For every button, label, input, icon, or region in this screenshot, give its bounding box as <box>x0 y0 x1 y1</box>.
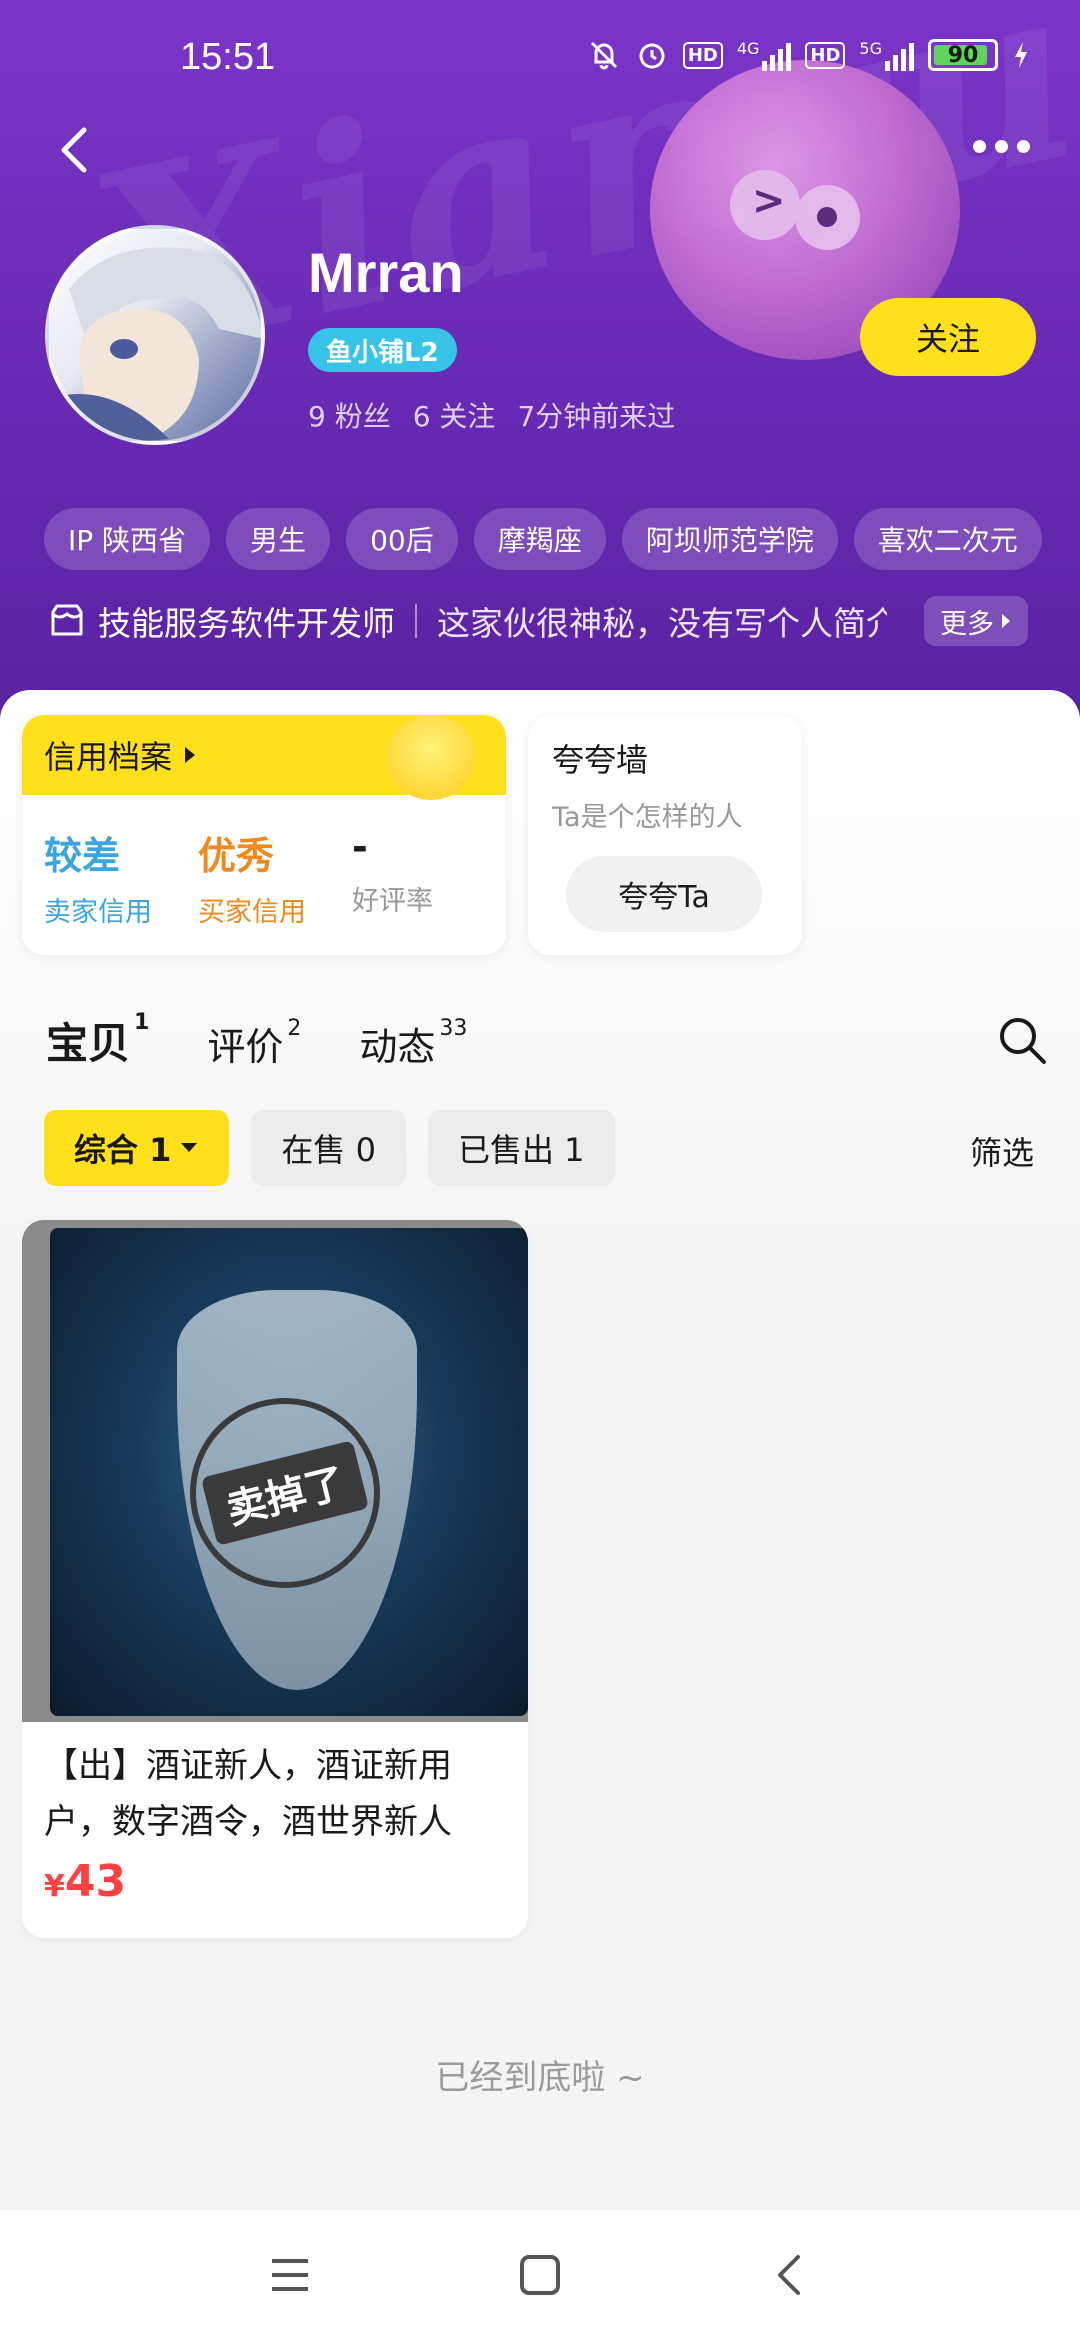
signal-5g-icon: 5G <box>859 39 914 71</box>
rating-rate: - 好评率 <box>352 825 506 929</box>
praise-wall-card: 夸夸墙 Ta是个怎样的人 夸夸Ta <box>528 715 802 955</box>
intro-text: 这家伙很神秘，没有写个人简介 <box>437 604 887 643</box>
praise-title: 夸夸墙 <box>552 741 649 779</box>
battery-icon: 90 <box>928 39 998 71</box>
back-arrow-icon[interactable] <box>50 120 100 180</box>
bio-row: 技能服务软件开发师 这家伙很神秘，没有写个人简介 更多 <box>48 592 1038 650</box>
signal-4g-icon: 4G <box>737 39 792 71</box>
back-icon[interactable] <box>760 2245 820 2305</box>
tab-posts[interactable]: 动态 33 <box>359 1016 467 1071</box>
charging-icon <box>1015 42 1027 68</box>
filter-button[interactable]: 筛选 <box>970 1128 1034 1174</box>
fans-count[interactable]: 9 粉丝 <box>308 395 391 435</box>
tag-age: 00后 <box>346 508 458 570</box>
follow-button[interactable]: 关注 <box>860 298 1036 376</box>
profile-tags: IP 陕西省 男生 00后 摩羯座 阿坝师范学院 喜欢二次元 <box>44 508 1042 570</box>
tag-interest: 喜欢二次元 <box>853 508 1042 570</box>
last-seen: 7分钟前来过 <box>517 400 676 433</box>
username: Mrran <box>308 241 464 304</box>
tag-zodiac: 摩羯座 <box>473 508 606 570</box>
seller-credit: 较差 卖家信用 <box>44 825 198 929</box>
credit-title: 信用档案 <box>44 738 173 776</box>
mascot-eye <box>795 185 860 250</box>
search-icon[interactable] <box>994 1012 1050 1068</box>
seller-credit-value: 较差 <box>44 834 121 878</box>
hd-icon: HD <box>682 41 723 69</box>
buyer-credit-label: 买家信用 <box>198 897 306 928</box>
shop-icon <box>51 604 83 636</box>
tab-reviews[interactable]: 评价 2 <box>207 1016 301 1071</box>
praise-button[interactable]: 夸夸Ta <box>566 856 762 932</box>
content-tabs: 宝贝 1 评价 2 动态 33 <box>46 1010 467 1071</box>
filter-chips: 综合 1 在售 0 已售出 1 <box>44 1110 615 1186</box>
tag-gender: 男生 <box>226 508 331 570</box>
tab-items[interactable]: 宝贝 1 <box>46 1010 149 1071</box>
rating-rate-value: - <box>352 825 368 869</box>
praise-subtitle: Ta是个怎样的人 <box>552 802 743 833</box>
profile-stats: 9 粉丝 6 关注 7分钟前来过 <box>308 395 675 435</box>
caret-right-icon <box>185 747 196 763</box>
product-title: 【出】酒证新人，酒证新用户，数字酒令，酒世界新人 <box>44 1746 452 1842</box>
caret-right-icon <box>1002 614 1010 628</box>
avatar[interactable] <box>45 225 265 445</box>
status-time: 15:51 <box>180 36 276 78</box>
buyer-credit: 优秀 买家信用 <box>198 825 352 929</box>
menu-icon[interactable] <box>260 2245 320 2305</box>
filter-sold[interactable]: 已售出 1 <box>427 1110 615 1186</box>
chick-mascot-icon <box>386 715 476 800</box>
mascot-eye <box>730 170 800 240</box>
tag-ip: IP 陕西省 <box>44 508 211 570</box>
alarm-icon <box>639 43 665 69</box>
more-options-icon[interactable] <box>973 140 1030 153</box>
mute-bell-icon <box>590 41 617 70</box>
tag-school: 阿坝师范学院 <box>621 508 838 570</box>
caret-down-icon <box>181 1143 198 1152</box>
more-bio-button[interactable]: 更多 <box>924 596 1028 646</box>
rating-rate-label: 好评率 <box>352 886 433 917</box>
system-nav-bar <box>0 2210 1080 2340</box>
filter-on-sale[interactable]: 在售 0 <box>251 1110 406 1186</box>
following-count[interactable]: 6 关注 <box>413 395 496 435</box>
product-price: ¥43 <box>44 1856 127 1907</box>
hd-icon: HD <box>805 41 846 69</box>
shop-level-badge[interactable]: 鱼小铺L2 <box>308 328 457 372</box>
end-of-list-text: 已经到底啦 ~ <box>435 2058 645 2098</box>
skill-text: 技能服务软件开发师 <box>98 604 395 643</box>
buyer-credit-value: 优秀 <box>198 834 275 878</box>
filter-all[interactable]: 综合 1 <box>44 1110 230 1186</box>
product-image[interactable]: 卖掉了 <box>22 1220 528 1722</box>
credit-card[interactable]: 信用档案 较差 卖家信用 优秀 买家信用 - 好评率 <box>22 715 506 955</box>
product-card[interactable]: 卖掉了 【出】酒证新人，酒证新用户，数字酒令，酒世界新人 ¥43 <box>22 1220 528 1938</box>
seller-credit-label: 卖家信用 <box>44 897 152 928</box>
status-bar: 15:51 HD 4G HD 5G 90 <box>0 0 1080 120</box>
home-icon[interactable] <box>510 2245 570 2305</box>
divider <box>415 604 417 638</box>
